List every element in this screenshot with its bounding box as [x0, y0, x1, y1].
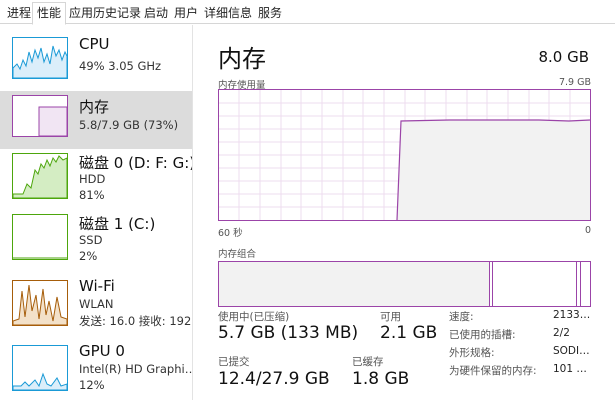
form-factor-value: SODI…: [553, 345, 590, 357]
sidebar-item-value: 12%: [79, 378, 105, 392]
sidebar-item-subtitle: WLAN: [79, 297, 114, 311]
sidebar-item-disk-0[interactable]: 磁盘 0 (D: F: G:) HDD 81%: [0, 149, 193, 207]
available-label: 可用: [380, 311, 401, 323]
sidebar-item-subtitle: HDD: [79, 172, 106, 186]
wifi-thumbnail-graph: [12, 280, 68, 326]
tab-app-history[interactable]: 应用历史记录: [64, 2, 146, 24]
slots-used-value: 2/2: [553, 327, 570, 339]
composition-modified: [490, 262, 493, 306]
memory-thumbnail-graph: [12, 95, 68, 137]
memory-detail-panel: 内存 8.0 GB 内存使用量 7.9 GB 60 秒 0 内存组合 使用中(已…: [196, 25, 615, 400]
memory-usage-max: 7.9 GB: [558, 77, 591, 88]
available-value: 2.1 GB: [380, 323, 438, 343]
sidebar-item-memory[interactable]: 内存 5.8/7.9 GB (73%): [0, 91, 192, 149]
sidebar-item-title: 内存: [79, 98, 110, 116]
sidebar-item-gpu[interactable]: GPU 0 Intel(R) HD Graphi… 12%: [0, 341, 193, 399]
disk-1-thumbnail-graph: [12, 214, 68, 260]
speed-value: 2133…: [553, 309, 591, 321]
sidebar-item-subtitle: SSD: [79, 233, 103, 247]
sidebar-item-value: 发送: 16.0 接收: 192 K: [79, 314, 193, 328]
in-use-label: 使用中(已压缩): [218, 311, 290, 323]
sidebar-item-cpu[interactable]: CPU 49% 3.05 GHz: [0, 33, 192, 91]
tab-performance[interactable]: 性能: [32, 2, 67, 25]
form-factor-label: 外形规格:: [449, 347, 495, 359]
sidebar-item-title: Wi-Fi: [79, 277, 115, 295]
speed-label: 速度:: [449, 311, 474, 323]
memory-composition-bar: [218, 261, 591, 307]
total-memory-capacity: 8.0 GB: [538, 48, 589, 66]
sidebar-item-title: 磁盘 0 (D: F: G:): [79, 154, 193, 172]
committed-label: 已提交: [218, 356, 250, 368]
sidebar-item-subtitle: 49% 3.05 GHz: [79, 59, 162, 73]
graph-axis-start: 60 秒: [218, 228, 243, 239]
page-title: 内存: [218, 45, 266, 73]
cached-label: 已缓存: [352, 356, 384, 368]
in-use-value: 5.7 GB (133 MB): [218, 323, 359, 343]
composition-in-use: [219, 262, 490, 306]
disk-0-thumbnail-graph: [12, 153, 68, 199]
tab-users[interactable]: 用户: [169, 2, 203, 24]
sidebar-item-subtitle: 5.8/7.9 GB (73%): [79, 118, 179, 132]
hardware-reserved-label: 为硬件保留的内存:: [449, 365, 537, 377]
sidebar-item-title: GPU 0: [79, 342, 125, 360]
tab-bar: 进程 性能 应用历史记录 启动 用户 详细信息 服务: [0, 0, 615, 25]
sidebar-item-wifi[interactable]: Wi-Fi WLAN 发送: 16.0 接收: 192 K: [0, 276, 193, 334]
hardware-reserved-value: 101 …: [553, 363, 587, 375]
composition-free: [578, 262, 581, 306]
sidebar-item-value: 2%: [79, 249, 98, 263]
cached-value: 1.8 GB: [352, 369, 410, 389]
tab-details[interactable]: 详细信息: [199, 2, 257, 24]
tab-startup[interactable]: 启动: [139, 2, 173, 24]
committed-value: 12.4/27.9 GB: [218, 369, 330, 389]
sidebar-item-title: 磁盘 1 (C:): [79, 215, 156, 233]
composition-standby: [494, 262, 577, 306]
sidebar: CPU 49% 3.05 GHz 内存 5.8/7.9 GB (73%) 磁盘 …: [0, 25, 193, 400]
graph-axis-end: 0: [584, 225, 591, 236]
tab-processes[interactable]: 进程: [2, 2, 36, 24]
slots-used-label: 已使用的插槽:: [449, 329, 516, 341]
sidebar-item-disk-1[interactable]: 磁盘 1 (C:) SSD 2%: [0, 210, 192, 268]
cpu-thumbnail-graph: [12, 37, 68, 79]
sidebar-item-subtitle: Intel(R) HD Graphi…: [79, 362, 193, 376]
sidebar-item-title: CPU: [79, 35, 110, 53]
gpu-thumbnail-graph: [12, 345, 68, 391]
sidebar-item-value: 81%: [79, 188, 105, 202]
tab-services[interactable]: 服务: [253, 2, 287, 24]
memory-composition-label: 内存组合: [218, 249, 257, 260]
memory-usage-graph: [218, 89, 591, 221]
